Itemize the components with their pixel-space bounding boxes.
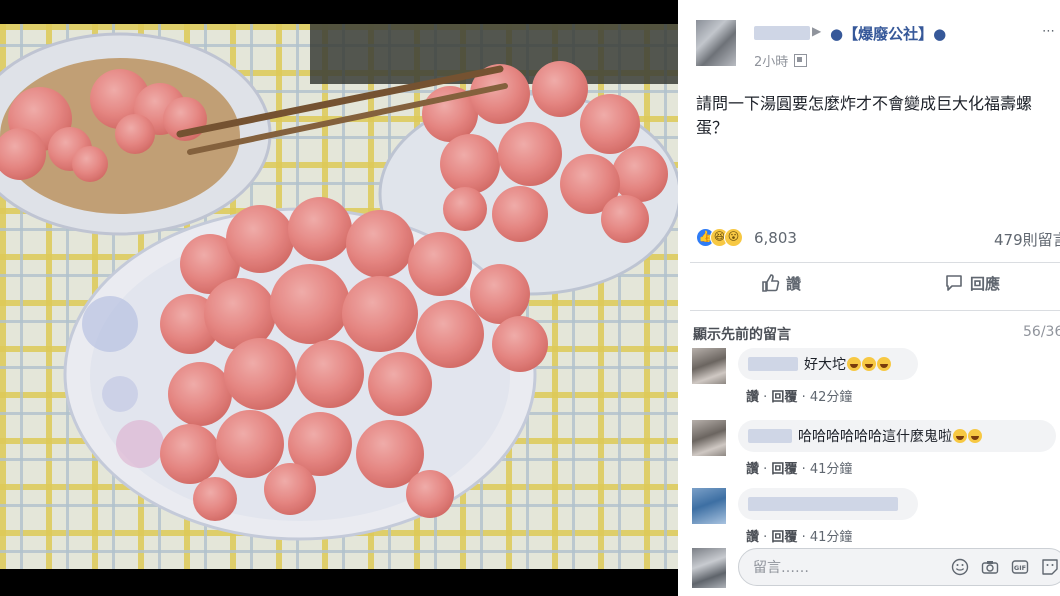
- comment-button[interactable]: 回應: [944, 273, 1000, 299]
- laughing-emoji-icon: [847, 357, 861, 371]
- like-button[interactable]: 讚: [760, 273, 801, 299]
- comment-composer: GIF: [678, 544, 1060, 596]
- privacy-icon: [794, 54, 808, 67]
- post-time-text: 2小時: [754, 55, 789, 70]
- comment-reply-link[interactable]: 回覆: [771, 530, 797, 545]
- laughing-emoji-icon: [862, 357, 876, 371]
- comment-meta: 讚 · 回覆 · 42分鐘: [746, 390, 853, 405]
- comment-text-value: 好大坨: [804, 357, 846, 373]
- comment-bubble: 哈哈哈哈哈哈這什麼鬼啦: [738, 420, 1056, 452]
- comment-like-link[interactable]: 讚: [746, 530, 759, 545]
- comment-text: 哈哈哈哈哈哈這什麼鬼啦: [798, 426, 982, 446]
- reaction-count: 6,803: [754, 229, 797, 247]
- comment-input[interactable]: [751, 557, 935, 579]
- comment-time[interactable]: 41分鐘: [810, 462, 853, 477]
- comment-time[interactable]: 41分鐘: [810, 530, 853, 545]
- commenter-avatar[interactable]: [692, 348, 726, 384]
- comment-like-link[interactable]: 讚: [746, 462, 759, 477]
- svg-text:GIF: GIF: [1014, 564, 1026, 572]
- commenter-avatar[interactable]: [692, 420, 726, 456]
- post-header: ▶ ●【爆廢公社】● 2小時 ⋯: [678, 8, 1060, 70]
- comment-reply-link[interactable]: 回覆: [771, 462, 797, 477]
- triangle-right-icon: ▶: [812, 24, 822, 38]
- commenter-name-redacted[interactable]: [748, 357, 798, 371]
- poster-avatar[interactable]: [696, 20, 736, 66]
- comment-meta: 讚 · 回覆 · 41分鐘: [746, 462, 853, 477]
- more-options-icon[interactable]: ⋯: [1042, 24, 1055, 39]
- comment-item: 讚 · 回覆 · 41分鐘: [678, 488, 1060, 548]
- thumbs-up-icon: [762, 274, 780, 292]
- poster-name-redacted[interactable]: [754, 26, 810, 40]
- divider: [690, 310, 1060, 311]
- laughing-emoji-icon: [968, 429, 982, 443]
- comment-button-label: 回應: [970, 275, 1001, 293]
- comment-input-box[interactable]: GIF: [738, 548, 1060, 586]
- comment-count-link[interactable]: 479則留言: [994, 229, 1060, 250]
- camera-icon[interactable]: [981, 558, 999, 576]
- comment-bubble-icon: [946, 275, 962, 291]
- sticker-icon[interactable]: [1041, 558, 1059, 576]
- comment-text-value: 哈哈哈哈哈哈這什麼鬼啦: [798, 429, 952, 445]
- laughing-emoji-icon: [953, 429, 967, 443]
- comment-like-link[interactable]: 讚: [746, 390, 759, 405]
- divider: [690, 262, 1060, 263]
- comment-item: 哈哈哈哈哈哈這什麼鬼啦 讚 · 回覆 · 41分鐘: [678, 420, 1060, 480]
- comment-time[interactable]: 42分鐘: [810, 390, 853, 405]
- post-timestamp[interactable]: 2小時: [754, 51, 808, 70]
- comment-meta: 讚 · 回覆 · 41分鐘: [746, 530, 853, 545]
- comment-item: 好大坨 讚 · 回覆 · 42分鐘: [678, 348, 1060, 408]
- group-name-link[interactable]: ●【爆廢公社】●: [830, 23, 946, 44]
- like-button-label: 讚: [786, 275, 802, 293]
- comment-text: 好大坨: [804, 354, 891, 374]
- post-photo[interactable]: [0, 24, 678, 569]
- post-text: 請問一下湯圓要怎麼炸才不會變成巨大化福壽螺蛋？: [696, 94, 1033, 137]
- show-previous-comments-link[interactable]: 顯示先前的留言: [693, 324, 791, 344]
- emoji-icon[interactable]: [951, 558, 969, 576]
- commenter-avatar[interactable]: [692, 488, 726, 524]
- comment-redacted-content: [748, 497, 898, 511]
- comment-bubble: 好大坨: [738, 348, 918, 380]
- laughing-emoji-icon: [877, 357, 891, 371]
- comment-reply-link[interactable]: 回覆: [771, 390, 797, 405]
- gif-icon[interactable]: GIF: [1011, 558, 1029, 576]
- comment-page-count: 56/361: [1023, 324, 1060, 340]
- current-user-avatar[interactable]: [692, 548, 726, 588]
- comment-bubble: [738, 488, 918, 520]
- commenter-name-redacted[interactable]: [748, 429, 792, 443]
- wow-reaction-icon: 😮: [724, 228, 743, 247]
- post-panel: ▶ ●【爆廢公社】● 2小時 ⋯ 請問一下湯圓要怎麼炸才不會變成巨大化福壽螺蛋？…: [678, 0, 1060, 596]
